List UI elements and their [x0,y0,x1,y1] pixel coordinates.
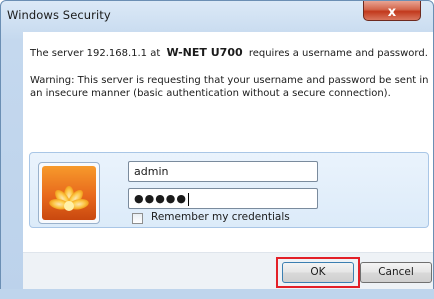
text-caret [188,192,189,206]
device-name: W-NET U700 [166,46,243,59]
window-bottom-border [0,289,434,299]
dialog-content: The server 192.168.1.1 at W-NET U700 req… [23,32,433,288]
user-tile-flower-icon [42,166,96,220]
title-bar[interactable]: Windows Security x [1,1,433,29]
username-field[interactable]: admin [128,161,318,182]
warning-text: Warning: This server is requesting that … [30,75,429,99]
remember-checkbox[interactable] [132,213,143,224]
message-suffix: requires a username and password. [248,48,428,59]
close-icon: x [387,5,397,20]
username-value: admin [134,165,169,178]
credential-tile: admin ●●●●● Remember my credentials [29,152,429,228]
close-button[interactable]: x [363,1,421,21]
window-title: Windows Security [7,8,111,22]
windows-security-dialog: Windows Security x The server 192.168.1.… [0,0,434,299]
user-tile [38,162,100,224]
message-prefix: The server 192.168.1.1 at [30,48,161,59]
password-field[interactable]: ●●●●● [128,188,318,209]
password-value: ●●●●● [134,192,187,205]
remember-label[interactable]: Remember my credentials [151,211,290,223]
ok-button[interactable]: OK [282,262,354,283]
button-bar: OK Cancel [23,252,433,291]
cancel-button[interactable]: Cancel [360,262,432,283]
server-message: The server 192.168.1.1 at W-NET U700 req… [30,46,428,59]
